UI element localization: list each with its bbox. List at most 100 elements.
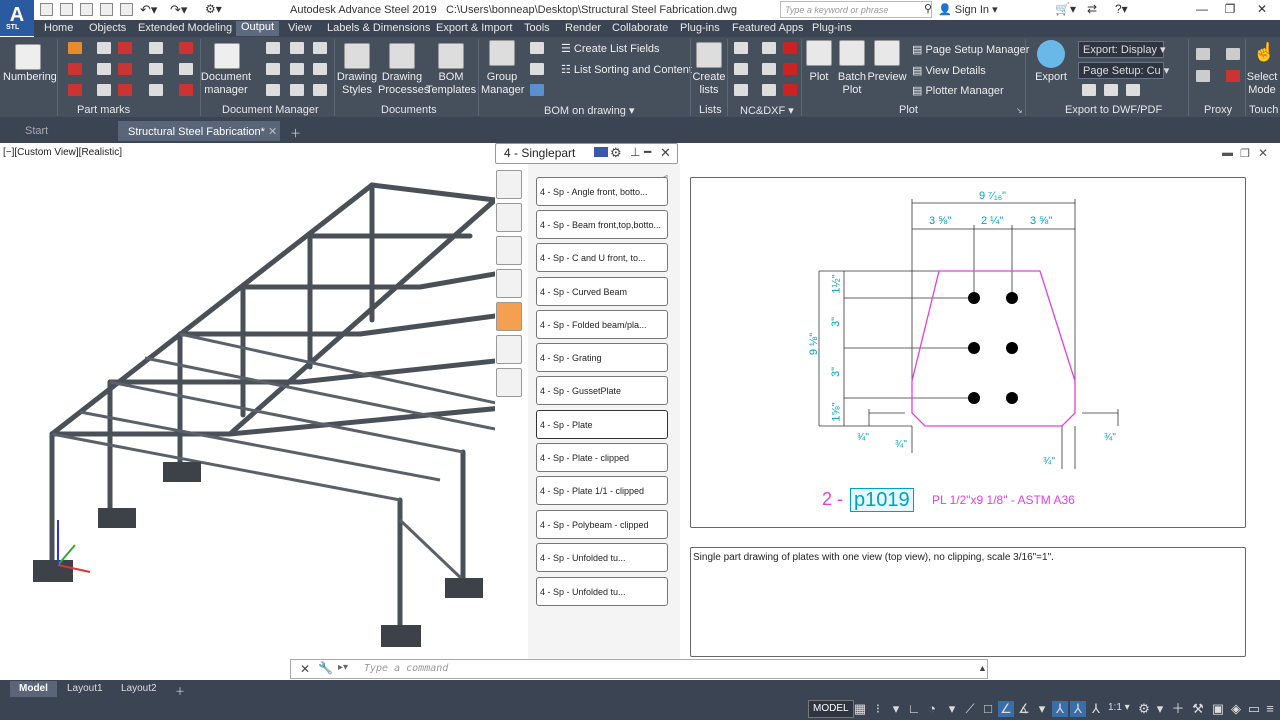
partmark-tool-icon[interactable] bbox=[179, 63, 193, 75]
nc-tool-icon[interactable] bbox=[734, 84, 748, 96]
isolate-objects-icon[interactable]: ▣ bbox=[1210, 701, 1226, 717]
partmark-tool-icon[interactable] bbox=[97, 42, 111, 54]
select-mode-button[interactable]: Select Mode bbox=[1244, 71, 1280, 97]
help-icon[interactable]: ?▾ bbox=[1115, 2, 1128, 16]
proxy-tool-icon[interactable] bbox=[1196, 70, 1210, 82]
autoscale-icon[interactable]: ⅄ bbox=[1088, 701, 1104, 717]
tab-labels-dimensions[interactable]: Labels & Dimensions bbox=[327, 22, 430, 34]
units-icon[interactable]: ⚒ bbox=[1190, 701, 1206, 717]
partmark-tool-icon[interactable] bbox=[149, 42, 163, 54]
panel-launcher-icon[interactable]: ↘ bbox=[1016, 106, 1023, 115]
bom-tool-icon[interactable] bbox=[530, 84, 544, 96]
proxy-tool-icon[interactable] bbox=[1226, 70, 1240, 82]
panel-bom-on-drawing[interactable]: BOM on drawing ▾ bbox=[544, 104, 635, 117]
tab-output[interactable]: Output bbox=[236, 21, 280, 36]
list-item[interactable]: 4 - Sp - Curved Beam bbox=[536, 277, 668, 306]
transparency-icon[interactable]: ▾ bbox=[1034, 701, 1050, 717]
docman-tool-icon[interactable] bbox=[290, 84, 304, 96]
house-category-icon[interactable] bbox=[496, 236, 522, 265]
snap-dropdown-icon[interactable]: ▾ bbox=[888, 701, 904, 717]
command-input[interactable]: Type a command bbox=[364, 663, 448, 674]
tab-view[interactable]: View bbox=[288, 22, 312, 34]
lineweight-icon[interactable]: ∡ bbox=[1016, 701, 1032, 717]
tab-start[interactable]: Start bbox=[15, 121, 58, 141]
tab-plugins-2[interactable]: Plug-ins bbox=[812, 22, 852, 34]
search-input[interactable]: Type a keyword or phrase bbox=[780, 1, 932, 18]
binoculars-icon[interactable]: ⚲ bbox=[924, 2, 932, 15]
plotter-manager-button[interactable]: ▤ Plotter Manager bbox=[912, 84, 1004, 97]
add-layout-icon[interactable]: ＋ bbox=[166, 681, 194, 698]
clean-screen-icon[interactable]: ▭ bbox=[1246, 701, 1262, 717]
tab-export-import[interactable]: Export & Import bbox=[436, 22, 512, 34]
partmark-tool-icon[interactable] bbox=[68, 63, 82, 75]
panel-nc-dxf[interactable]: NC&DXF ▾ bbox=[740, 104, 794, 117]
docman-tool-icon[interactable] bbox=[313, 42, 327, 54]
snap-icon[interactable]: ⁝ bbox=[870, 701, 886, 717]
column-category-icon[interactable] bbox=[496, 335, 522, 364]
polar-icon[interactable]: ◔ bbox=[924, 701, 940, 717]
tab-close-icon[interactable]: ✕ bbox=[268, 126, 277, 138]
signin-button[interactable]: 👤 Sign In ▾ bbox=[938, 3, 998, 16]
pin-icon[interactable]: ⊥ bbox=[630, 145, 640, 159]
tab-objects[interactable]: Objects bbox=[89, 22, 126, 34]
tab-layout1[interactable]: Layout1 bbox=[58, 681, 112, 697]
new-tab-icon[interactable]: ＋ bbox=[280, 121, 311, 141]
stair-category-icon[interactable] bbox=[496, 368, 522, 397]
bom-templates-button[interactable]: BOM Templates bbox=[426, 71, 476, 97]
partmark-tool-icon[interactable] bbox=[118, 63, 132, 75]
partmark-tool-icon[interactable] bbox=[97, 63, 111, 75]
nc-tool-icon[interactable] bbox=[783, 42, 797, 54]
save-as-icon[interactable] bbox=[100, 3, 113, 16]
annotation-visibility-icon[interactable]: ⅄ bbox=[1070, 701, 1086, 717]
group-manager-button[interactable]: Group Manager bbox=[481, 71, 524, 97]
docman-tool-icon[interactable] bbox=[266, 42, 280, 54]
numbering-button[interactable]: Numbering bbox=[3, 71, 57, 84]
docman-tool-icon[interactable] bbox=[266, 84, 280, 96]
cart-icon[interactable]: 🛒▾ bbox=[1055, 2, 1076, 16]
viewport-controls[interactable]: [−][Custom View][Realistic] bbox=[3, 147, 122, 158]
docman-tool-icon[interactable] bbox=[290, 42, 304, 54]
drawing-processes-button[interactable]: Drawing Processes bbox=[378, 71, 429, 97]
window-close-icon[interactable]: ✕ bbox=[1258, 146, 1268, 160]
tab-tools[interactable]: Tools bbox=[524, 22, 550, 34]
tab-home[interactable]: Home bbox=[44, 22, 73, 34]
annotation-scale-icon[interactable]: ⅄ bbox=[1052, 701, 1068, 717]
object-snap-tracking-icon[interactable]: ∠ bbox=[998, 701, 1014, 717]
plot-icon[interactable] bbox=[120, 3, 133, 16]
create-lists-button[interactable]: Create lists bbox=[690, 71, 728, 97]
scale-select[interactable]: 1:1 ▾ bbox=[1108, 702, 1130, 713]
isodraft-icon[interactable]: ⟋ bbox=[962, 701, 978, 717]
export-tool-icon[interactable] bbox=[1126, 84, 1140, 96]
restore-icon[interactable]: ❐ bbox=[1216, 2, 1244, 18]
tab-drawing[interactable]: Structural Steel Fabrication* ✕ bbox=[118, 121, 280, 141]
proxy-tool-icon[interactable] bbox=[1196, 48, 1210, 60]
list-item[interactable]: 4 - Sp - GussetPlate bbox=[536, 376, 668, 405]
list-item[interactable]: 4 - Sp - Unfolded tu... bbox=[536, 543, 668, 572]
tab-model[interactable]: Model bbox=[10, 681, 57, 697]
angle-category-icon[interactable] bbox=[496, 170, 522, 199]
partmark-tool-icon[interactable] bbox=[179, 42, 193, 54]
export-button[interactable]: Export bbox=[1030, 71, 1072, 84]
close-command-icon[interactable]: ✕ bbox=[300, 662, 310, 676]
workspace-dropdown-icon[interactable]: ⚙▾ bbox=[205, 2, 222, 16]
customization-icon[interactable]: ≡ bbox=[1262, 701, 1278, 717]
bom-tool-icon[interactable] bbox=[530, 63, 544, 75]
undo-icon[interactable]: ↶▾ bbox=[140, 2, 157, 18]
partmark-tool-icon[interactable] bbox=[68, 42, 82, 54]
command-history-icon[interactable]: ▲ bbox=[978, 663, 987, 673]
close-icon[interactable]: ✕ bbox=[1248, 2, 1276, 18]
nc-tool-icon[interactable] bbox=[783, 84, 797, 96]
docman-tool-icon[interactable] bbox=[313, 63, 327, 75]
customize-icon[interactable]: 🔧 bbox=[318, 661, 333, 675]
osnap-icon[interactable]: □ bbox=[980, 701, 996, 717]
document-manager-button[interactable]: Document manager bbox=[200, 71, 252, 97]
list-item[interactable]: 4 - Sp - Angle front, botto... bbox=[536, 177, 668, 206]
page-setup-manager-button[interactable]: ▤ Page Setup Manager bbox=[912, 43, 1029, 56]
window-minimize-icon[interactable]: ▬ bbox=[1222, 147, 1233, 159]
save-icon[interactable] bbox=[80, 3, 93, 16]
drawing-styles-button[interactable]: Drawing Styles bbox=[336, 71, 378, 97]
partmark-tool-icon[interactable] bbox=[149, 84, 163, 96]
page-setup-select[interactable]: Page Setup: Cu ▾ bbox=[1078, 62, 1169, 79]
tab-layout2[interactable]: Layout2 bbox=[112, 681, 166, 697]
minimize-icon[interactable]: — bbox=[1188, 2, 1216, 18]
